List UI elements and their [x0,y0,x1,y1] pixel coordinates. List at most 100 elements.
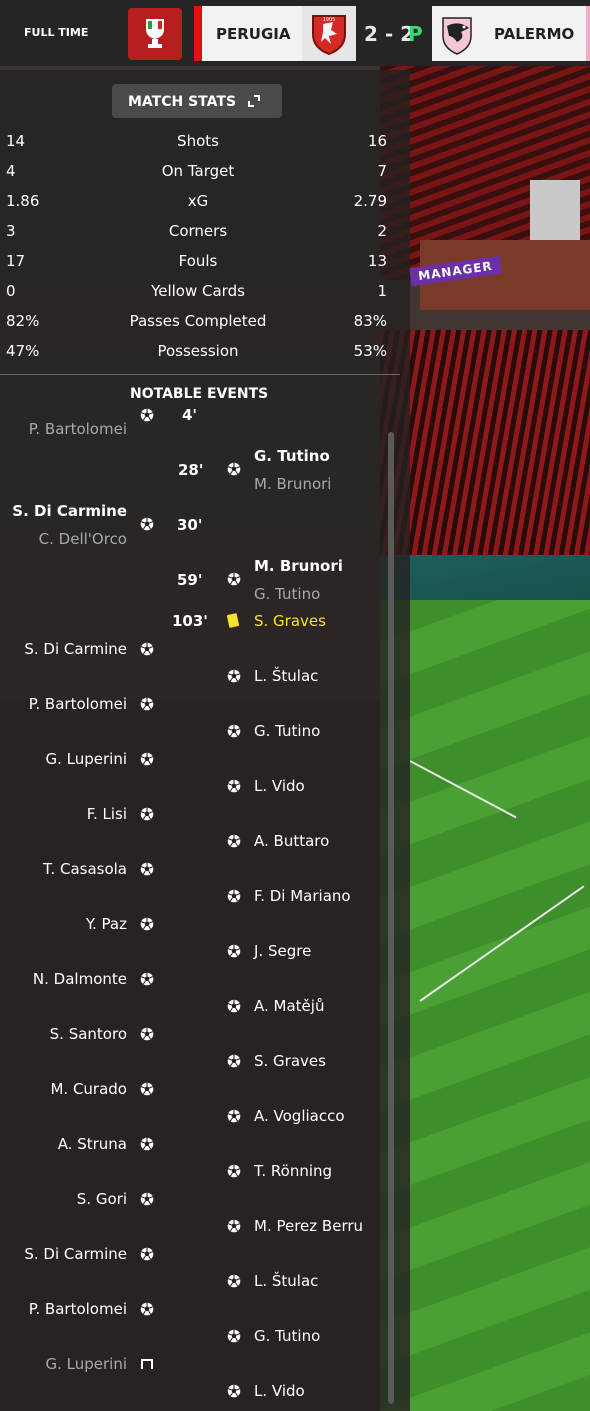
stat-row-on-target: 4 On Target 7 [0,160,400,184]
griffin-crest-icon[interactable]: 1905 [302,6,356,61]
scorer-name: M. Brunori [254,557,343,575]
event-minute: 103' [172,612,208,630]
football-icon [227,1384,241,1398]
shootout-away-player: L. Štulac [254,1272,319,1290]
football-icon [227,1274,241,1288]
scorer-name: G. Tutino [254,447,330,465]
event-minute: 4' [182,406,198,424]
shootout-home-player: A. Struna [57,1135,127,1153]
stat-home-value: 47% [6,342,40,360]
football-icon [140,1247,154,1261]
match-stats-button[interactable]: MATCH STATS [112,84,282,118]
shootout-home-player: S. Di Carmine [24,640,127,658]
football-icon [140,517,154,531]
stat-home-value: 82% [6,312,40,330]
stat-home-value: 0 [6,282,16,300]
shootout-away-player: J. Segre [254,942,312,960]
stat-home-value: 17 [6,252,26,270]
football-icon [227,779,241,793]
football-icon [227,462,241,476]
missed-penalty-icon [141,1359,153,1369]
assist-name: C. Dell'Orco [38,530,127,548]
assist-name: P. Bartolomei [28,420,127,438]
stat-row-passes-completed: 82% Passes Completed 83% [0,310,400,334]
home-team-box[interactable]: PERUGIA [202,6,302,61]
football-icon [140,1137,154,1151]
event-minute: 28' [178,461,204,479]
shootout-away-player: L. Vido [254,777,305,795]
shootout-away-player: L. Štulac [254,667,319,685]
football-icon [227,1329,241,1343]
shootout-home-player: S. Di Carmine [24,1245,127,1263]
stat-away-value: 13 [367,252,387,270]
shootout-away-player: G. Tutino [254,722,321,740]
home-team-name: PERUGIA [216,25,291,43]
shootout-away-player: A. Buttaro [254,832,330,850]
football-icon [140,807,154,821]
football-icon [140,1302,154,1316]
football-icon [227,889,241,903]
football-icon [227,724,241,738]
shootout-away-player: M. Perez Berru [254,1217,364,1235]
stat-home-value: 1.86 [6,192,40,210]
shootout-home-player: S. Santoro [49,1025,127,1043]
football-icon [140,917,154,931]
stat-away-value: 53% [353,342,387,360]
football-icon [140,1027,154,1041]
scoreboard-bar: FULL TIME PERUGIA 1905 2 - 2 P PALERMO [0,0,590,66]
shootout-home-player: P. Bartolomei [28,1300,127,1318]
match-stats-title: MATCH STATS [128,94,237,110]
stat-home-value: 4 [6,162,16,180]
shootout-away-player: L. Vido [254,1382,305,1400]
notable-events-title: NOTABLE EVENTS [130,386,269,402]
stat-row-shots: 14 Shots 16 [0,130,400,154]
home-team-color-strip [194,6,202,61]
stat-home-value: 14 [6,132,26,150]
football-icon [140,697,154,711]
football-icon [140,1192,154,1206]
card-player-name: S. Graves [254,612,326,630]
away-team-box[interactable]: PALERMO [482,6,590,61]
stat-away-value: 83% [353,312,387,330]
penalties-indicator: P [408,22,423,46]
stat-row-possession: 47% Possession 53% [0,340,400,364]
football-icon [140,642,154,656]
svg-text:1905: 1905 [323,17,336,23]
football-icon [227,1219,241,1233]
assist-name: G. Tutino [254,585,321,603]
stat-row-xg: 1.86 xG 2.79 [0,190,400,214]
shootout-away-player: T. Rönning [254,1162,333,1180]
shootout-away-player: G. Tutino [254,1327,321,1345]
football-icon [227,572,241,586]
shootout-home-player: F. Lisi [86,805,127,823]
match-score: 2 - 2 [364,22,415,46]
event-minute: 30' [177,516,203,534]
shootout-home-player: T. Casasola [43,860,127,878]
eagle-crest-icon[interactable] [432,6,482,61]
football-icon [227,669,241,683]
football-icon [227,1054,241,1068]
shootout-home-player: P. Bartolomei [28,695,127,713]
football-icon [227,999,241,1013]
stat-away-value: 16 [367,132,387,150]
expand-icon [248,95,260,107]
match-status: FULL TIME [24,26,89,39]
stat-label: Yellow Cards [151,282,245,300]
shootout-home-player: Y. Paz [85,915,127,933]
shootout-home-player: M. Curado [50,1080,127,1098]
assist-name: M. Brunori [254,475,332,493]
stat-label: Fouls [178,252,218,270]
football-icon [227,1164,241,1178]
stat-label: Passes Completed [129,312,267,330]
football-icon [140,862,154,876]
section-divider [0,374,400,375]
shootout-away-player: A. Vogliacco [254,1107,345,1125]
stat-home-value: 3 [6,222,16,240]
shootout-away-player: A. Matějů [254,997,325,1015]
coppa-italia-badge-icon[interactable] [128,8,182,60]
events-scrollbar[interactable] [388,432,394,1404]
football-icon [140,1082,154,1096]
football-icon [140,752,154,766]
stat-label: Corners [168,222,228,240]
away-team-color-strip [586,6,590,61]
